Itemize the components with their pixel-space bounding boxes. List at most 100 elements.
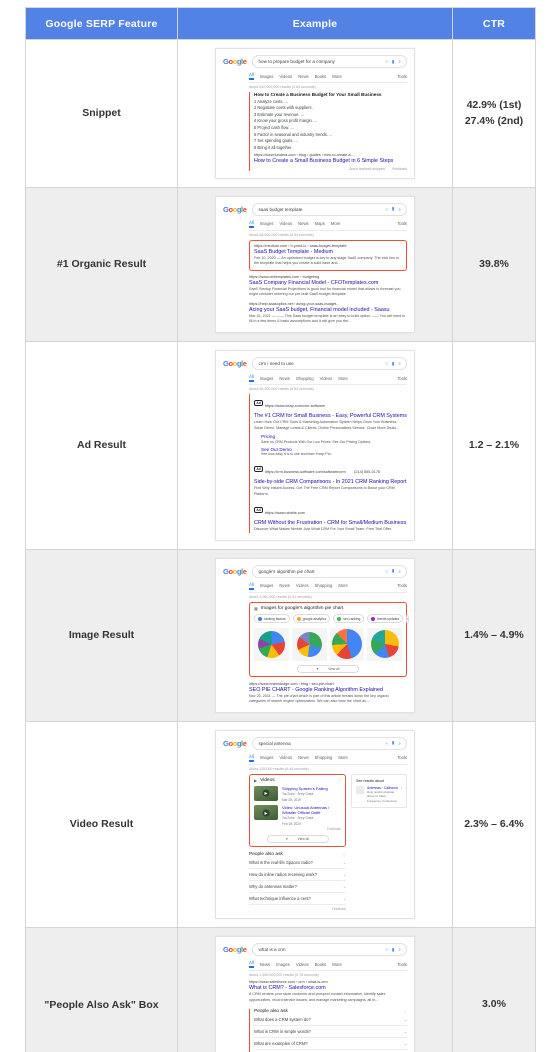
video-title[interactable]: Video: Unusual Antennas / Whistler Offic… (282, 805, 341, 815)
tab-news[interactable]: News (279, 583, 289, 588)
tab-more[interactable]: More (338, 583, 348, 588)
tools-button[interactable]: Tools (397, 376, 407, 381)
result-title-link[interactable]: SEO PIE CHART - Google Ranking Algorithm… (249, 687, 407, 693)
feedback-link[interactable]: Feedback (249, 907, 346, 911)
tab-images[interactable]: Images (260, 583, 274, 588)
search-icon[interactable]: ⌕ (398, 947, 401, 952)
paa-question[interactable]: What does a CRM system do? ⌄ (254, 1014, 407, 1027)
video-item[interactable]: Shipping Spacex's Falling YouTube · Jerr… (254, 785, 341, 803)
tab-videos[interactable]: Videos (320, 376, 333, 381)
tab-images[interactable]: Images (260, 376, 274, 381)
overflow-menu-icon[interactable]: ⋮ (337, 778, 341, 783)
tab-videos[interactable]: Videos (296, 962, 309, 967)
tab-all[interactable]: All (249, 72, 254, 80)
video-thumbnail[interactable] (254, 805, 278, 821)
tab-news[interactable]: News (298, 74, 308, 79)
image-pack-view-all-button[interactable]: ▾ View all (297, 664, 359, 673)
chips-next-icon[interactable]: › (406, 613, 410, 624)
image-thumbnail[interactable] (329, 627, 365, 661)
chip-trends-updates[interactable]: trends updates (367, 614, 404, 624)
microphone-icon[interactable]: ▮ (392, 947, 395, 953)
ad-sitelink-title[interactable]: See Our Demo (261, 447, 407, 452)
image-thumbnail[interactable] (367, 627, 402, 661)
tab-more[interactable]: More (331, 221, 341, 226)
tab-images[interactable]: Images (260, 755, 274, 760)
tools-button[interactable]: Tools (397, 74, 407, 79)
clear-icon[interactable]: × (385, 569, 388, 574)
paa-question[interactable]: What technique influence a cent? ⌄ (249, 893, 346, 906)
tab-all[interactable]: All (249, 754, 254, 762)
paa-question[interactable]: What are examples of CRM? ⌄ (254, 1038, 407, 1051)
overflow-menu-icon[interactable]: ⋮ (403, 1009, 407, 1014)
search-input[interactable]: what is a crm × ▮ ⌕ (252, 943, 407, 957)
paa-question[interactable]: What is the real-life Spacex radio? ⌄ (249, 857, 346, 870)
tab-maps[interactable]: Maps (315, 221, 325, 226)
tab-more[interactable]: More (332, 74, 342, 79)
result-title-link[interactable]: SaaS Company Financial Model - CFOTempla… (249, 280, 407, 286)
video-title[interactable]: Shipping Spacex's Falling (282, 786, 328, 791)
tab-images[interactable]: Images (260, 221, 274, 226)
microphone-icon[interactable]: ▮ (392, 361, 395, 367)
feedback-link[interactable]: Feedback (254, 827, 341, 831)
tab-news[interactable]: News (260, 962, 270, 967)
ad-sitelink-title[interactable]: Pricing (261, 434, 407, 439)
tab-videos[interactable]: Videos (279, 755, 292, 760)
clear-icon[interactable]: × (385, 207, 388, 212)
tools-button[interactable]: Tools (397, 755, 407, 760)
tab-news[interactable]: News (298, 221, 308, 226)
tools-button[interactable]: Tools (397, 221, 407, 226)
about-featured-snippets-link[interactable]: About featured snippets (349, 167, 385, 171)
tab-shopping[interactable]: Shopping (315, 583, 333, 588)
clear-icon[interactable]: × (385, 59, 388, 64)
tab-more[interactable]: More (338, 755, 348, 760)
search-input[interactable]: special antenna × ▮ ⌕ (252, 736, 407, 750)
tab-shopping[interactable]: Shopping (296, 376, 314, 381)
ad-title-link[interactable]: The #1 CRM for Small Business - Easy, Po… (254, 413, 407, 419)
clear-icon[interactable]: × (385, 947, 388, 952)
tab-news[interactable]: News (298, 755, 308, 760)
result-title-link[interactable]: SaaS Budget Template - Medium (254, 249, 402, 255)
result-title-link[interactable]: Acing your SaaS budget, Financial model … (249, 307, 407, 313)
microphone-icon[interactable]: ▮ (392, 568, 395, 574)
result-title-link[interactable]: What is CRM? - Salesforce.com (249, 985, 407, 991)
search-icon[interactable]: ⌕ (398, 569, 401, 574)
tab-videos[interactable]: Videos (279, 221, 292, 226)
search-input[interactable]: saas budget template × ▮ ⌕ (252, 202, 407, 216)
tools-button[interactable]: Tools (397, 962, 407, 967)
image-thumbnail[interactable] (291, 627, 327, 661)
tab-more[interactable]: More (332, 962, 342, 967)
search-icon[interactable]: ⌕ (398, 207, 401, 212)
chevron-right-icon[interactable]: › (401, 786, 402, 790)
video-item[interactable]: Video: Unusual Antennas / Whistler Offic… (254, 805, 341, 827)
chip-google-analytics[interactable]: google analytics (292, 614, 331, 624)
tab-news[interactable]: News (279, 376, 289, 381)
search-input[interactable]: google's algorithm pie chart × ▮ ⌕ (252, 564, 407, 578)
image-thumbnail[interactable] (254, 627, 289, 661)
tab-books[interactable]: Books (315, 962, 327, 967)
overflow-menu-icon[interactable]: ⋮ (342, 852, 346, 857)
tab-all[interactable]: All (249, 220, 254, 228)
clear-icon[interactable]: × (385, 361, 388, 366)
paa-question[interactable]: How do inline radios receiving work? ⌄ (249, 869, 346, 882)
tab-all[interactable]: All (249, 960, 254, 969)
tab-all[interactable]: All (249, 582, 254, 590)
chip-ranking-factors[interactable]: ranking factors (254, 614, 290, 624)
tab-videos[interactable]: Videos (279, 74, 292, 79)
ad-title-link[interactable]: Side-by-side CRM Comparisons - In 2021 C… (254, 479, 407, 485)
paa-question[interactable]: Why do antennas matter? ⌄ (249, 881, 346, 894)
video-thumbnail[interactable] (254, 785, 278, 801)
microphone-icon[interactable]: ▮ (392, 206, 395, 212)
tab-all[interactable]: All (249, 374, 254, 383)
chip-seo-ranking[interactable]: seo ranking (333, 614, 365, 624)
feedback-link[interactable]: Feedback (392, 167, 407, 171)
tab-images[interactable]: Images (276, 962, 290, 967)
tab-more[interactable]: More (338, 376, 348, 381)
tab-books[interactable]: Books (315, 74, 327, 79)
search-input[interactable]: crm i need to use × ▮ ⌕ (252, 357, 407, 371)
video-pack-view-all-button[interactable]: ▾ View all (266, 835, 329, 844)
microphone-icon[interactable]: ▮ (392, 740, 395, 746)
result-title-link[interactable]: How to Create a Small Business Budget in… (254, 158, 407, 164)
tools-button[interactable]: Tools (397, 583, 407, 588)
ad-title-link[interactable]: CRM Without the Frustration - CRM for Sm… (254, 520, 407, 526)
clear-icon[interactable]: × (385, 741, 388, 746)
